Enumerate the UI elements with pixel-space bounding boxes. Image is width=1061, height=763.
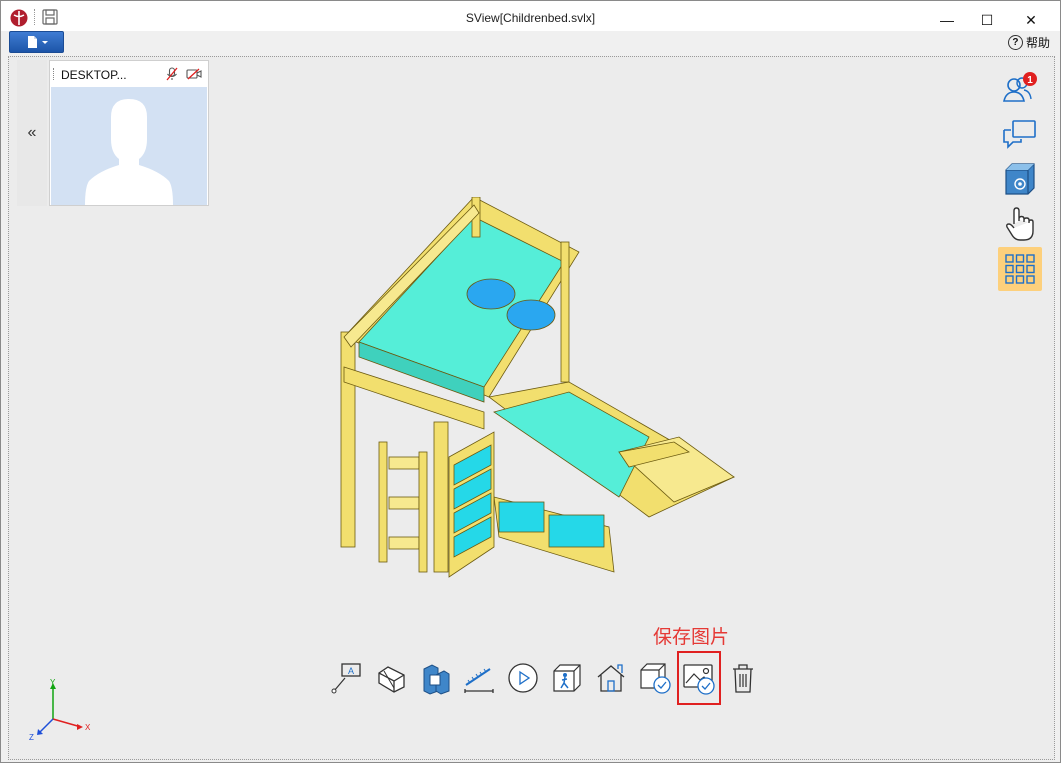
z-axis-label: Z	[29, 733, 34, 742]
title-bar: SView[Childrenbed.svlx] — ☐ ✕	[1, 1, 1060, 31]
trash-icon	[733, 664, 753, 693]
file-menu-button[interactable]	[9, 31, 64, 53]
y-axis-label: Y	[50, 678, 56, 687]
axis-triad: Y X Z	[29, 678, 91, 742]
microphone-muted-icon[interactable]	[166, 67, 178, 81]
3d-viewport[interactable]: « DESKTOP... 1 保存图片 A Y X Z	[8, 56, 1055, 760]
bottom-toolbar: A	[325, 651, 765, 705]
participant-video-card: DESKTOP...	[49, 60, 209, 206]
app-window: SView[Childrenbed.svlx] — ☐ ✕ ? 帮助 « DES…	[0, 0, 1061, 763]
close-button[interactable]: ✕	[1020, 11, 1042, 29]
participants-badge: 1	[1027, 75, 1033, 86]
pan-hand-button[interactable]	[998, 202, 1042, 246]
play-animation-button[interactable]	[501, 658, 545, 698]
side-toolbar: 1	[998, 67, 1044, 292]
save-image-button[interactable]	[677, 651, 721, 705]
participant-header: DESKTOP...	[50, 61, 208, 87]
walkthrough-icon	[553, 664, 581, 692]
model-settings-button[interactable]	[998, 157, 1042, 201]
home-view-button[interactable]	[589, 658, 633, 698]
x-axis-label: X	[85, 723, 91, 732]
measure-ruler-icon	[464, 668, 494, 693]
avatar-placeholder-icon	[85, 99, 173, 205]
participants-icon: 1	[1003, 72, 1037, 102]
save-view-icon	[640, 663, 671, 694]
render-mode-icon	[378, 666, 405, 693]
save-view-button[interactable]	[633, 658, 677, 698]
window-title: SView[Childrenbed.svlx]	[465, 11, 596, 25]
annotation-button[interactable]: A	[325, 658, 369, 698]
collapse-panel-button[interactable]: «	[17, 60, 47, 206]
save-image-icon	[683, 664, 715, 695]
minimize-button[interactable]: —	[936, 11, 958, 29]
section-button[interactable]	[413, 658, 457, 698]
document-dropdown-icon	[27, 36, 48, 48]
delete-button[interactable]	[721, 658, 765, 698]
maximize-button[interactable]: ☐	[976, 11, 998, 29]
walkthrough-button[interactable]	[545, 658, 589, 698]
section-view-icon	[423, 664, 450, 695]
camera-off-icon[interactable]	[186, 68, 202, 80]
chat-button[interactable]	[998, 112, 1042, 156]
participant-video-feed	[51, 87, 207, 205]
chat-icon	[1003, 120, 1036, 149]
cube-settings-icon	[1005, 163, 1035, 195]
svg-text:A: A	[348, 666, 354, 676]
bunk-bed-model[interactable]	[329, 197, 739, 592]
render-mode-button[interactable]	[369, 658, 413, 698]
participants-button[interactable]: 1	[998, 67, 1042, 111]
hand-pointer-icon	[1006, 207, 1034, 241]
participant-name: DESKTOP...	[61, 68, 127, 82]
measure-button[interactable]	[457, 658, 501, 698]
play-icon	[508, 663, 538, 693]
help-icon: ?	[1007, 35, 1023, 50]
help-label: 帮助	[1025, 36, 1050, 50]
help-button[interactable]: ? 帮助	[1007, 34, 1050, 51]
drag-handle[interactable]	[53, 68, 56, 80]
apps-grid-button[interactable]	[998, 247, 1042, 291]
annotation-icon: A	[331, 663, 361, 694]
grid-icon	[1005, 254, 1035, 284]
home-view-icon	[597, 664, 625, 692]
save-image-callout: 保存图片	[653, 626, 730, 648]
